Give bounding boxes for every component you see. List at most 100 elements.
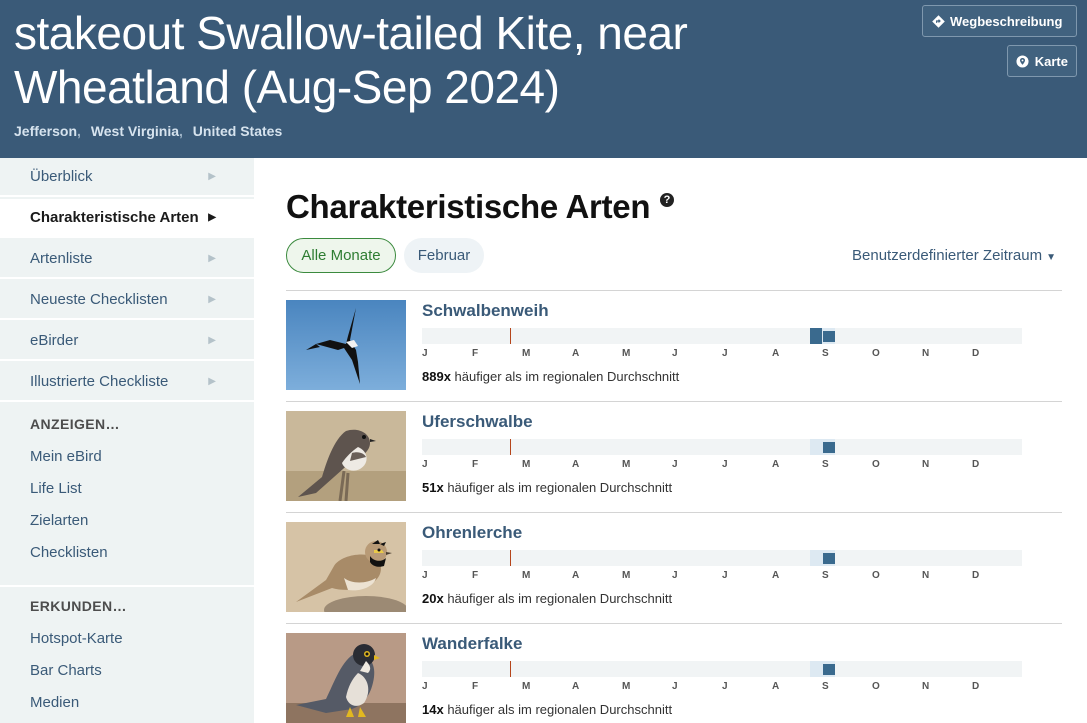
month-label: M xyxy=(622,570,631,581)
location-county-link[interactable]: Jefferson xyxy=(14,123,77,139)
month-label: J xyxy=(422,459,428,470)
hotspot-title-line1: stakeout Swallow-tailed Kite, near xyxy=(14,7,688,59)
filter-all-months[interactable]: Alle Monate xyxy=(286,238,396,273)
month-label: O xyxy=(872,459,881,470)
directions-icon xyxy=(931,14,945,28)
month-label: N xyxy=(922,459,930,470)
month-label: A xyxy=(772,681,780,692)
month-labels: J F M A M J J A S O N D xyxy=(422,459,1022,471)
map-button[interactable]: Karte xyxy=(1007,45,1077,77)
abundance-stat: 889x häufiger als im regionalen Durchsch… xyxy=(422,369,679,384)
month-label: A xyxy=(572,570,580,581)
chevron-right-icon: ▶ xyxy=(208,212,216,223)
hotspot-title: stakeout Swallow-tailed Kite, near Wheat… xyxy=(14,6,894,114)
month-label: N xyxy=(922,348,930,359)
help-icon[interactable]: ? xyxy=(660,193,674,207)
frequency-bar-chart xyxy=(422,328,1022,344)
month-labels: J F M A M J J A S O N D xyxy=(422,570,1022,582)
species-photo[interactable] xyxy=(286,522,406,612)
month-label: A xyxy=(572,348,580,359)
month-label: J xyxy=(422,348,428,359)
month-label: F xyxy=(472,681,479,692)
month-label: J xyxy=(672,570,678,581)
month-label: O xyxy=(872,348,881,359)
month-label: S xyxy=(822,570,829,581)
sidebar-item-ebirders[interactable]: eBirder ▶ xyxy=(0,322,254,361)
location-country-link[interactable]: United States xyxy=(193,123,282,139)
current-date-marker xyxy=(510,439,511,455)
frequency-block xyxy=(823,442,835,453)
month-label: M xyxy=(622,681,631,692)
frequency-block xyxy=(823,553,835,564)
sidebar-link-targets[interactable]: Zielarten xyxy=(30,512,88,529)
sidebar-link-hotspot-map[interactable]: Hotspot-Karte xyxy=(30,630,123,647)
chevron-right-icon: ▶ xyxy=(208,253,216,264)
abundance-stat: 51x häufiger als im regionalen Durchschn… xyxy=(422,480,672,495)
map-pin-icon xyxy=(1016,54,1030,68)
month-label: D xyxy=(972,348,980,359)
species-row: Uferschwalbe J F M A M J J A S O N D 51x… xyxy=(286,402,1062,513)
custom-range-dropdown[interactable]: Benutzerdefinierter Zeitraum ▼ xyxy=(852,247,1056,264)
frequency-block xyxy=(823,331,835,342)
month-label: J xyxy=(722,681,728,692)
species-photo[interactable] xyxy=(286,633,406,723)
species-photo[interactable] xyxy=(286,300,406,390)
abundance-suffix: häufiger als im regionalen Durchschnitt xyxy=(447,702,673,717)
month-label: S xyxy=(822,348,829,359)
chevron-right-icon: ▶ xyxy=(208,376,216,387)
month-label: D xyxy=(972,459,980,470)
caret-down-icon: ▼ xyxy=(1046,252,1056,263)
month-label: M xyxy=(622,348,631,359)
page-title: Charakteristische Arten xyxy=(286,188,651,225)
sidebar-item-species-list[interactable]: Artenliste ▶ xyxy=(0,240,254,279)
chevron-right-icon: ▶ xyxy=(208,335,216,346)
species-name-link[interactable]: Ohrenlerche xyxy=(422,523,522,543)
directions-button[interactable]: Wegbeschreibung xyxy=(922,5,1077,37)
frequency-block xyxy=(810,328,822,344)
chevron-right-icon: ▶ xyxy=(208,171,216,182)
sidebar-link-checklists[interactable]: Checklisten xyxy=(30,544,108,561)
species-name-link[interactable]: Uferschwalbe xyxy=(422,412,533,432)
sidebar-item-recent-checklists[interactable]: Neueste Checklisten ▶ xyxy=(0,281,254,320)
month-label: O xyxy=(872,570,881,581)
species-name-link[interactable]: Schwalbenweih xyxy=(422,301,549,321)
abundance-factor: 51x xyxy=(422,480,444,495)
frequency-block xyxy=(823,664,835,675)
month-label: J xyxy=(672,681,678,692)
month-label: J xyxy=(422,570,428,581)
sidebar-item-label: Überblick xyxy=(30,168,93,185)
sidebar-link-life-list[interactable]: Life List xyxy=(30,480,82,497)
sidebar-link-my-ebird[interactable]: Mein eBird xyxy=(30,448,102,465)
month-labels: J F M A M J J A S O N D xyxy=(422,681,1022,693)
month-label: J xyxy=(672,459,678,470)
custom-range-label: Benutzerdefinierter Zeitraum xyxy=(852,247,1043,264)
sidebar-item-illustrated-checklist[interactable]: Illustrierte Checkliste ▶ xyxy=(0,363,254,402)
sidebar-item-overview[interactable]: Überblick ▶ xyxy=(0,158,254,197)
month-label: J xyxy=(672,348,678,359)
abundance-factor: 14x xyxy=(422,702,444,717)
sidebar-link-bar-charts[interactable]: Bar Charts xyxy=(30,662,102,679)
species-row: Ohrenlerche J F M A M J J A S O N D 20x … xyxy=(286,513,1062,624)
sidebar-link-media[interactable]: Medien xyxy=(30,694,79,711)
sidebar-item-label: Artenliste xyxy=(30,250,93,267)
location-breadcrumb: Jefferson, West Virginia, United States xyxy=(14,123,283,139)
frequency-bar-chart xyxy=(422,439,1022,455)
month-label: N xyxy=(922,681,930,692)
hotspot-title-line2: Wheatland (Aug-Sep 2024) xyxy=(14,61,560,113)
month-label: S xyxy=(822,459,829,470)
species-name-link[interactable]: Wanderfalke xyxy=(422,634,522,654)
month-label: F xyxy=(472,459,479,470)
location-state-link[interactable]: West Virginia xyxy=(91,123,179,139)
explore-heading: ERKUNDEN… xyxy=(30,598,127,614)
sidebar-item-label: Neueste Checklisten xyxy=(30,291,168,308)
month-labels: J F M A M J J A S O N D xyxy=(422,348,1022,360)
sidebar-item-illustrative-species[interactable]: Charakteristische Arten ▶ xyxy=(0,199,254,238)
abundance-suffix: häufiger als im regionalen Durchschnitt xyxy=(447,480,673,495)
abundance-stat: 20x häufiger als im regionalen Durchschn… xyxy=(422,591,672,606)
filter-february[interactable]: Februar xyxy=(404,238,484,273)
chevron-right-icon: ▶ xyxy=(208,294,216,305)
species-photo[interactable] xyxy=(286,411,406,501)
month-label: A xyxy=(772,570,780,581)
view-heading: ANZEIGEN… xyxy=(30,416,120,432)
month-label: F xyxy=(472,570,479,581)
